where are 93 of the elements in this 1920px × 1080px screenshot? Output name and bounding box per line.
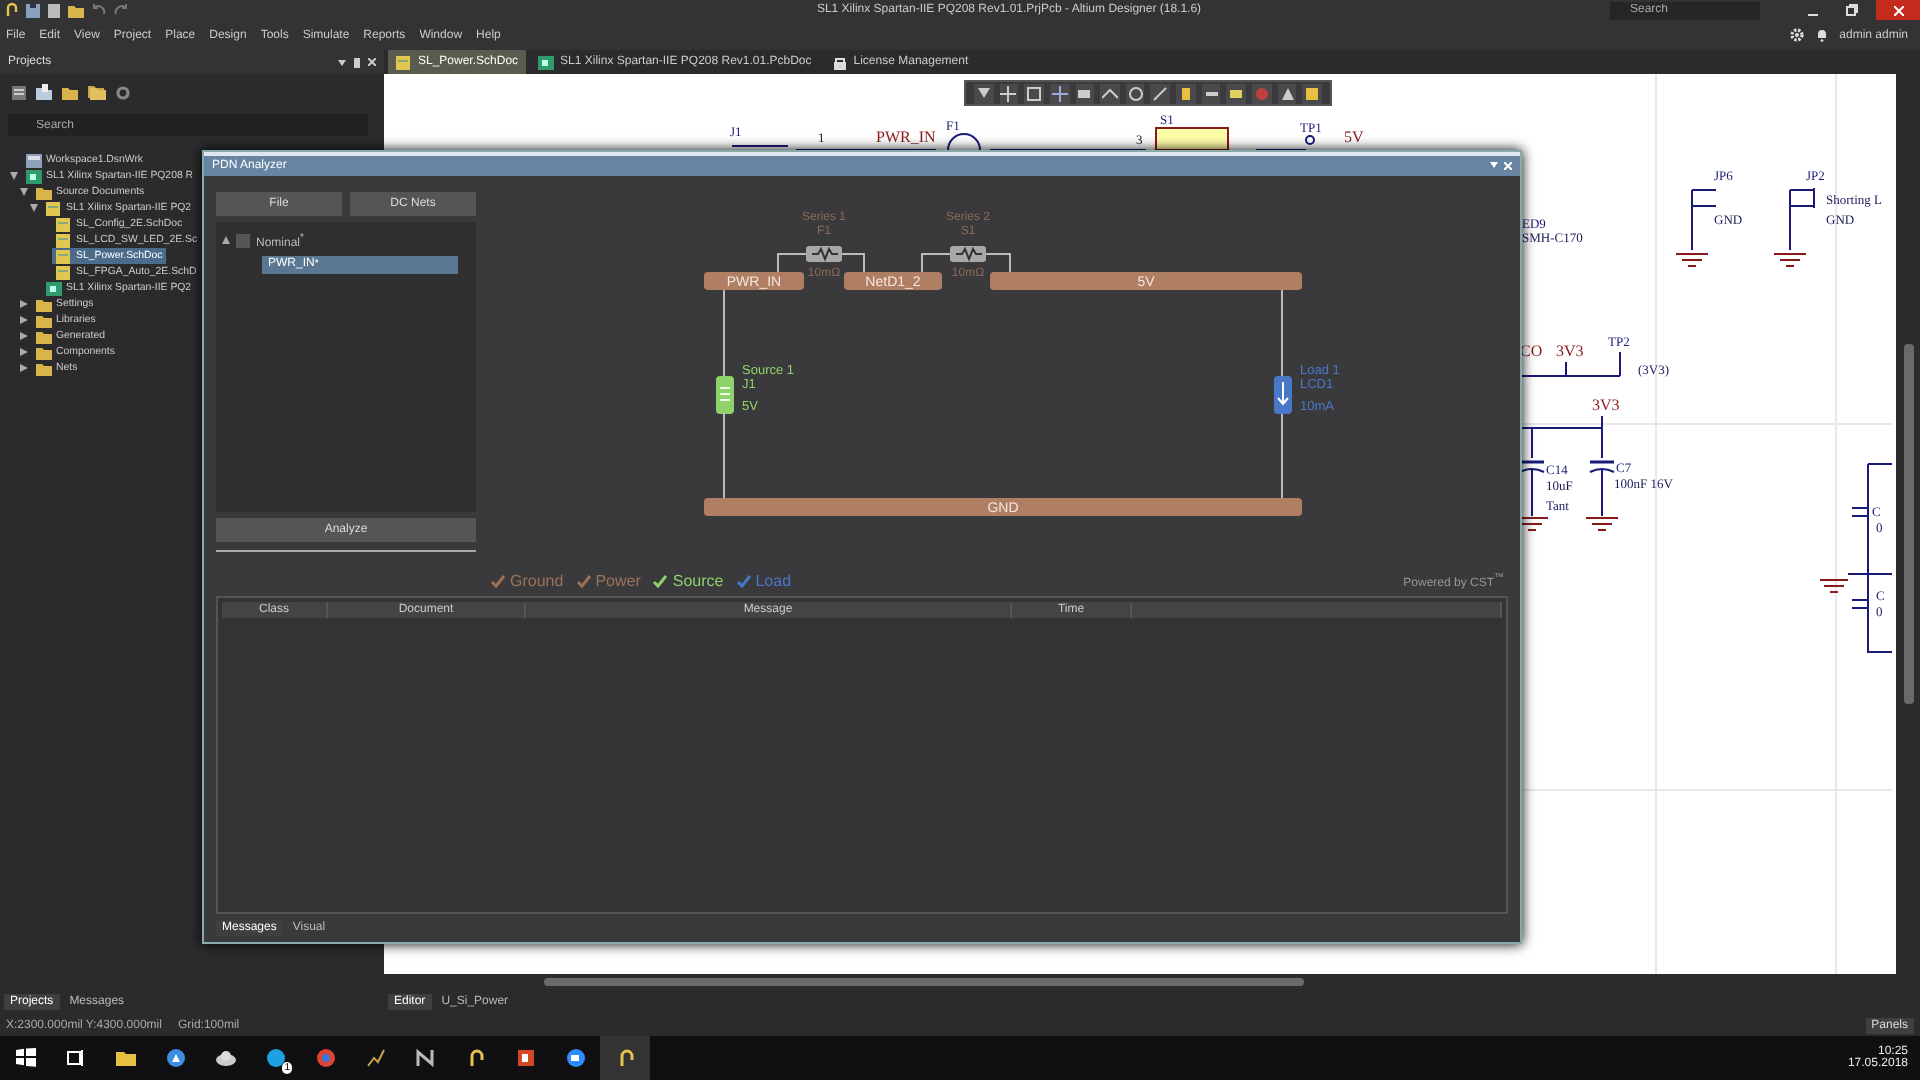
check-icon[interactable] <box>735 574 752 589</box>
expand-arrow-icon[interactable] <box>222 236 230 245</box>
expand-arrow-icon[interactable] <box>10 172 18 180</box>
zigzag-icon[interactable] <box>415 1048 435 1068</box>
close-button[interactable] <box>1876 0 1920 20</box>
folder-icon <box>36 185 52 199</box>
toolbar-button[interactable] <box>974 83 994 103</box>
close-icon <box>1893 5 1903 15</box>
checkbox[interactable] <box>236 233 250 248</box>
crosshair-icon <box>1000 85 1017 101</box>
dropdown-icon[interactable] <box>338 59 346 65</box>
hook-icon[interactable] <box>465 1048 485 1068</box>
check-icon[interactable] <box>575 574 592 589</box>
board-icon <box>26 169 42 183</box>
triangle-icon <box>1279 85 1295 101</box>
square-icon <box>1026 85 1043 101</box>
expand-arrow-icon[interactable] <box>30 204 38 212</box>
toolbar-button[interactable] <box>1125 83 1145 103</box>
line-icon <box>1152 85 1169 101</box>
lock-icon <box>831 55 848 69</box>
wave-icon <box>1102 85 1119 101</box>
undo-icon <box>92 4 106 16</box>
expand-arrow-icon[interactable] <box>20 188 28 196</box>
resistor-symbol <box>806 245 842 262</box>
rectangle-icon <box>1076 85 1093 101</box>
check-icon[interactable] <box>652 574 669 589</box>
settings-icon[interactable] <box>116 85 130 99</box>
dropdown-icon[interactable] <box>1490 162 1498 169</box>
note-icon <box>1304 85 1321 101</box>
board-icon <box>538 55 555 69</box>
bell-icon[interactable] <box>1815 28 1828 42</box>
scrollbar-thumb[interactable] <box>1903 344 1913 704</box>
board-icon <box>46 281 62 295</box>
toolbar-button[interactable] <box>1075 83 1095 103</box>
resistor-symbol <box>950 245 986 262</box>
legend-label: Ground <box>510 572 564 591</box>
schematic-label: 5V <box>1344 128 1364 146</box>
schematic-label: 3V3 <box>1592 396 1620 414</box>
toolbar-button[interactable] <box>1150 83 1171 103</box>
toolbar-button[interactable] <box>1201 83 1221 103</box>
expand-arrow-icon[interactable] <box>20 364 28 372</box>
pin-icon[interactable] <box>354 57 360 67</box>
toolbar-button[interactable] <box>1024 83 1044 103</box>
battery-symbol <box>716 375 734 414</box>
document-icon <box>48 3 60 17</box>
legend-label: Source <box>672 572 724 591</box>
check-icon[interactable] <box>490 574 506 589</box>
toolbar-button[interactable] <box>1302 83 1322 103</box>
folders-icon[interactable] <box>88 84 106 100</box>
circle-icon <box>1127 85 1144 101</box>
port-icon <box>1228 85 1245 101</box>
document-icon <box>396 55 412 69</box>
close-icon[interactable] <box>368 58 376 66</box>
schematic-label: 3V3 <box>1556 342 1584 360</box>
expand-arrow-icon[interactable] <box>20 332 28 340</box>
cross-icon <box>1051 85 1068 101</box>
toolbar-button[interactable] <box>1176 83 1196 103</box>
slides-icon[interactable] <box>515 1048 535 1068</box>
toolbar-button[interactable] <box>1049 83 1070 103</box>
circle-icon[interactable] <box>315 1048 335 1068</box>
expand-arrow-icon[interactable] <box>20 316 28 324</box>
schematic-label: PWR_IN <box>876 128 936 146</box>
hook-icon[interactable] <box>615 1048 635 1068</box>
restore-icon <box>1846 4 1858 16</box>
camera-icon[interactable] <box>565 1048 585 1068</box>
folder-icon[interactable] <box>62 85 78 99</box>
windows-logo-icon[interactable] <box>15 1048 35 1068</box>
legend-label: Load <box>755 572 792 591</box>
save-icon <box>26 3 40 17</box>
legend-label: Power <box>595 572 641 591</box>
folder-icon[interactable] <box>36 84 52 100</box>
list-icon[interactable] <box>12 85 26 99</box>
toolbar-button[interactable] <box>1277 83 1297 103</box>
task-view-icon[interactable] <box>65 1048 85 1068</box>
scrollbar-thumb[interactable] <box>544 978 1304 986</box>
expand-arrow-icon[interactable] <box>20 348 28 356</box>
toolbar-button[interactable] <box>1100 83 1120 103</box>
hook-logo-icon <box>6 2 18 18</box>
compass-icon[interactable] <box>165 1048 185 1068</box>
wire <box>777 252 865 273</box>
dot-icon <box>1253 85 1270 101</box>
wire <box>921 252 1011 273</box>
toolbar-button[interactable] <box>999 83 1019 103</box>
workspace-icon <box>26 153 42 167</box>
chart-icon[interactable] <box>365 1048 385 1068</box>
cloud-icon[interactable] <box>215 1048 235 1068</box>
expand-arrow-icon[interactable] <box>20 300 28 308</box>
folder-icon[interactable] <box>115 1048 135 1068</box>
toolbar-button[interactable] <box>1226 83 1247 103</box>
filter-icon <box>975 85 992 101</box>
redo-icon <box>114 4 128 16</box>
load-symbol <box>1274 375 1292 414</box>
component-icon <box>1177 85 1194 101</box>
